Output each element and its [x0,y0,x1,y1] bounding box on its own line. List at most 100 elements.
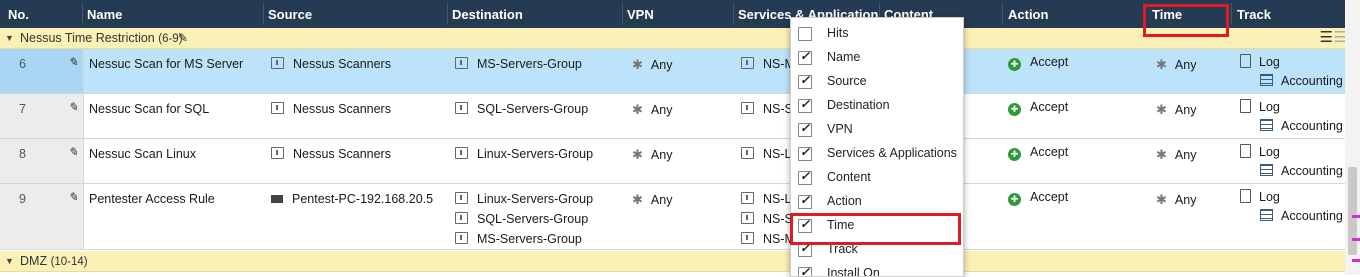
vpn-cell[interactable]: ✱ Any [632,102,672,118]
asterisk-icon: ✱ [632,147,643,162]
checkbox-checked-icon[interactable] [798,145,812,161]
source-cell[interactable]: Nessus Scanners [271,102,391,116]
column-header-no[interactable]: No. [8,0,29,28]
rule-row[interactable]: 6 ✎ Nessuc Scan for MS Server Nessus Scan… [0,49,1345,94]
accept-icon: ✚ [1008,193,1021,206]
checkbox-checked-icon[interactable] [798,121,812,137]
asterisk-icon: ✱ [1156,102,1167,117]
track-cell[interactable]: Log [1240,144,1280,159]
menu-item-action[interactable]: Action [791,190,963,214]
menu-item-hits[interactable]: Hits [791,22,963,46]
pencil-icon[interactable]: ✎ [68,190,78,204]
track-cell[interactable]: Log [1240,189,1280,204]
hamburger-menu-icon[interactable]: ☰ [1320,28,1333,48]
section-title: DMZ (10-14) [20,254,88,268]
vpn-cell[interactable]: ✱ Any [632,57,672,73]
rule-name[interactable]: Nessuc Scan for SQL [89,102,209,116]
network-group-icon [271,147,284,159]
rule-name[interactable]: Pentester Access Rule [89,192,215,206]
network-group-icon [271,57,284,69]
scroll-marker [1352,215,1360,218]
section-header[interactable]: ▼ DMZ (10-14) [0,251,1345,272]
network-group-icon [741,147,754,159]
column-header-track[interactable]: Track [1237,0,1271,28]
scrollbar-thumb[interactable] [1348,167,1357,255]
accounting-icon [1260,209,1273,221]
action-cell[interactable]: ✚ Accept [1008,55,1068,71]
action-cell[interactable]: ✚ Accept [1008,145,1068,161]
menu-item-vpn[interactable]: VPN [791,118,963,142]
menu-item-source[interactable]: Source [791,70,963,94]
time-cell[interactable]: ✱ Any [1156,147,1196,163]
asterisk-icon: ✱ [632,57,643,72]
pencil-icon[interactable]: ✎ [68,55,78,69]
source-cell[interactable]: Nessus Scanners [271,57,391,71]
action-cell[interactable]: ✚ Accept [1008,190,1068,206]
column-header-name[interactable]: Name [87,0,122,28]
log-icon [1240,54,1251,68]
track-cell-accounting[interactable]: Accounting [1260,74,1343,88]
rule-row[interactable]: 7 ✎ Nessuc Scan for SQL Nessus Scanners S… [0,94,1345,139]
collapse-icon[interactable]: ▼ [5,251,14,271]
pencil-icon[interactable]: ✎ [68,100,78,114]
asterisk-icon: ✱ [632,192,643,207]
column-header-action[interactable]: Action [1008,0,1048,28]
checkbox-checked-icon[interactable] [798,241,812,257]
checkbox-checked-icon[interactable] [798,265,812,276]
collapse-icon[interactable]: ▼ [5,28,14,48]
destination-cell[interactable]: Linux-Servers-Group [455,192,593,206]
menu-item-name[interactable]: Name [791,46,963,70]
track-cell-accounting[interactable]: Accounting [1260,209,1343,223]
track-cell-accounting[interactable]: Accounting [1260,164,1343,178]
checkbox-checked-icon[interactable] [798,193,812,209]
vpn-cell[interactable]: ✱ Any [632,147,672,163]
column-header-vpn[interactable]: VPN [627,0,654,28]
pencil-icon[interactable]: ✎ [178,28,188,48]
accounting-icon [1260,164,1273,176]
rule-name[interactable]: Nessuc Scan for MS Server [89,57,243,71]
column-divider[interactable] [82,3,83,25]
destination-cell[interactable]: MS-Servers-Group [455,57,582,71]
source-cell[interactable]: Nessus Scanners [271,147,391,161]
checkbox-checked-icon[interactable] [798,73,812,89]
column-divider[interactable] [1002,3,1003,25]
source-cell[interactable]: Pentest-PC-192.168.20.5 [271,192,433,206]
destination-cell[interactable]: Linux-Servers-Group [455,147,593,161]
rule-row[interactable]: 8 ✎ Nessuc Scan Linux Nessus Scanners Lin… [0,139,1345,184]
network-group-icon [455,57,468,69]
checkbox-checked-icon[interactable] [798,49,812,65]
track-cell[interactable]: Log [1240,99,1280,114]
track-cell[interactable]: Log [1240,54,1280,69]
asterisk-icon: ✱ [1156,57,1167,72]
column-divider[interactable] [622,3,623,25]
column-header-destination[interactable]: Destination [452,0,523,28]
accept-icon: ✚ [1008,103,1021,116]
accept-icon: ✚ [1008,58,1021,71]
menu-item-content[interactable]: Content [791,166,963,190]
menu-item-destination[interactable]: Destination [791,94,963,118]
asterisk-icon: ✱ [1156,192,1167,207]
pencil-icon[interactable]: ✎ [68,145,78,159]
rule-number-cell: 7 ✎ [0,94,84,138]
column-divider[interactable] [263,3,264,25]
menu-item-services[interactable]: Services & Applications [791,142,963,166]
action-cell[interactable]: ✚ Accept [1008,100,1068,116]
time-cell[interactable]: ✱ Any [1156,102,1196,118]
time-cell[interactable]: ✱ Any [1156,57,1196,73]
column-divider[interactable] [447,3,448,25]
rule-row[interactable]: 9 ✎ Pentester Access Rule Pentest-PC-192.… [0,184,1345,250]
destination-cell[interactable]: SQL-Servers-Group [455,212,588,226]
checkbox-unchecked-icon[interactable] [798,27,812,41]
column-divider[interactable] [733,3,734,25]
column-header-source[interactable]: Source [268,0,312,28]
destination-cell[interactable]: MS-Servers-Group [455,232,582,246]
checkbox-checked-icon[interactable] [798,169,812,185]
rule-name[interactable]: Nessuc Scan Linux [89,147,196,161]
vpn-cell[interactable]: ✱ Any [632,192,672,208]
checkbox-checked-icon[interactable] [798,97,812,113]
track-cell-accounting[interactable]: Accounting [1260,119,1343,133]
vertical-scrollbar[interactable] [1345,0,1360,275]
time-cell[interactable]: ✱ Any [1156,192,1196,208]
column-divider[interactable] [1231,3,1232,25]
destination-cell[interactable]: SQL-Servers-Group [455,102,588,116]
